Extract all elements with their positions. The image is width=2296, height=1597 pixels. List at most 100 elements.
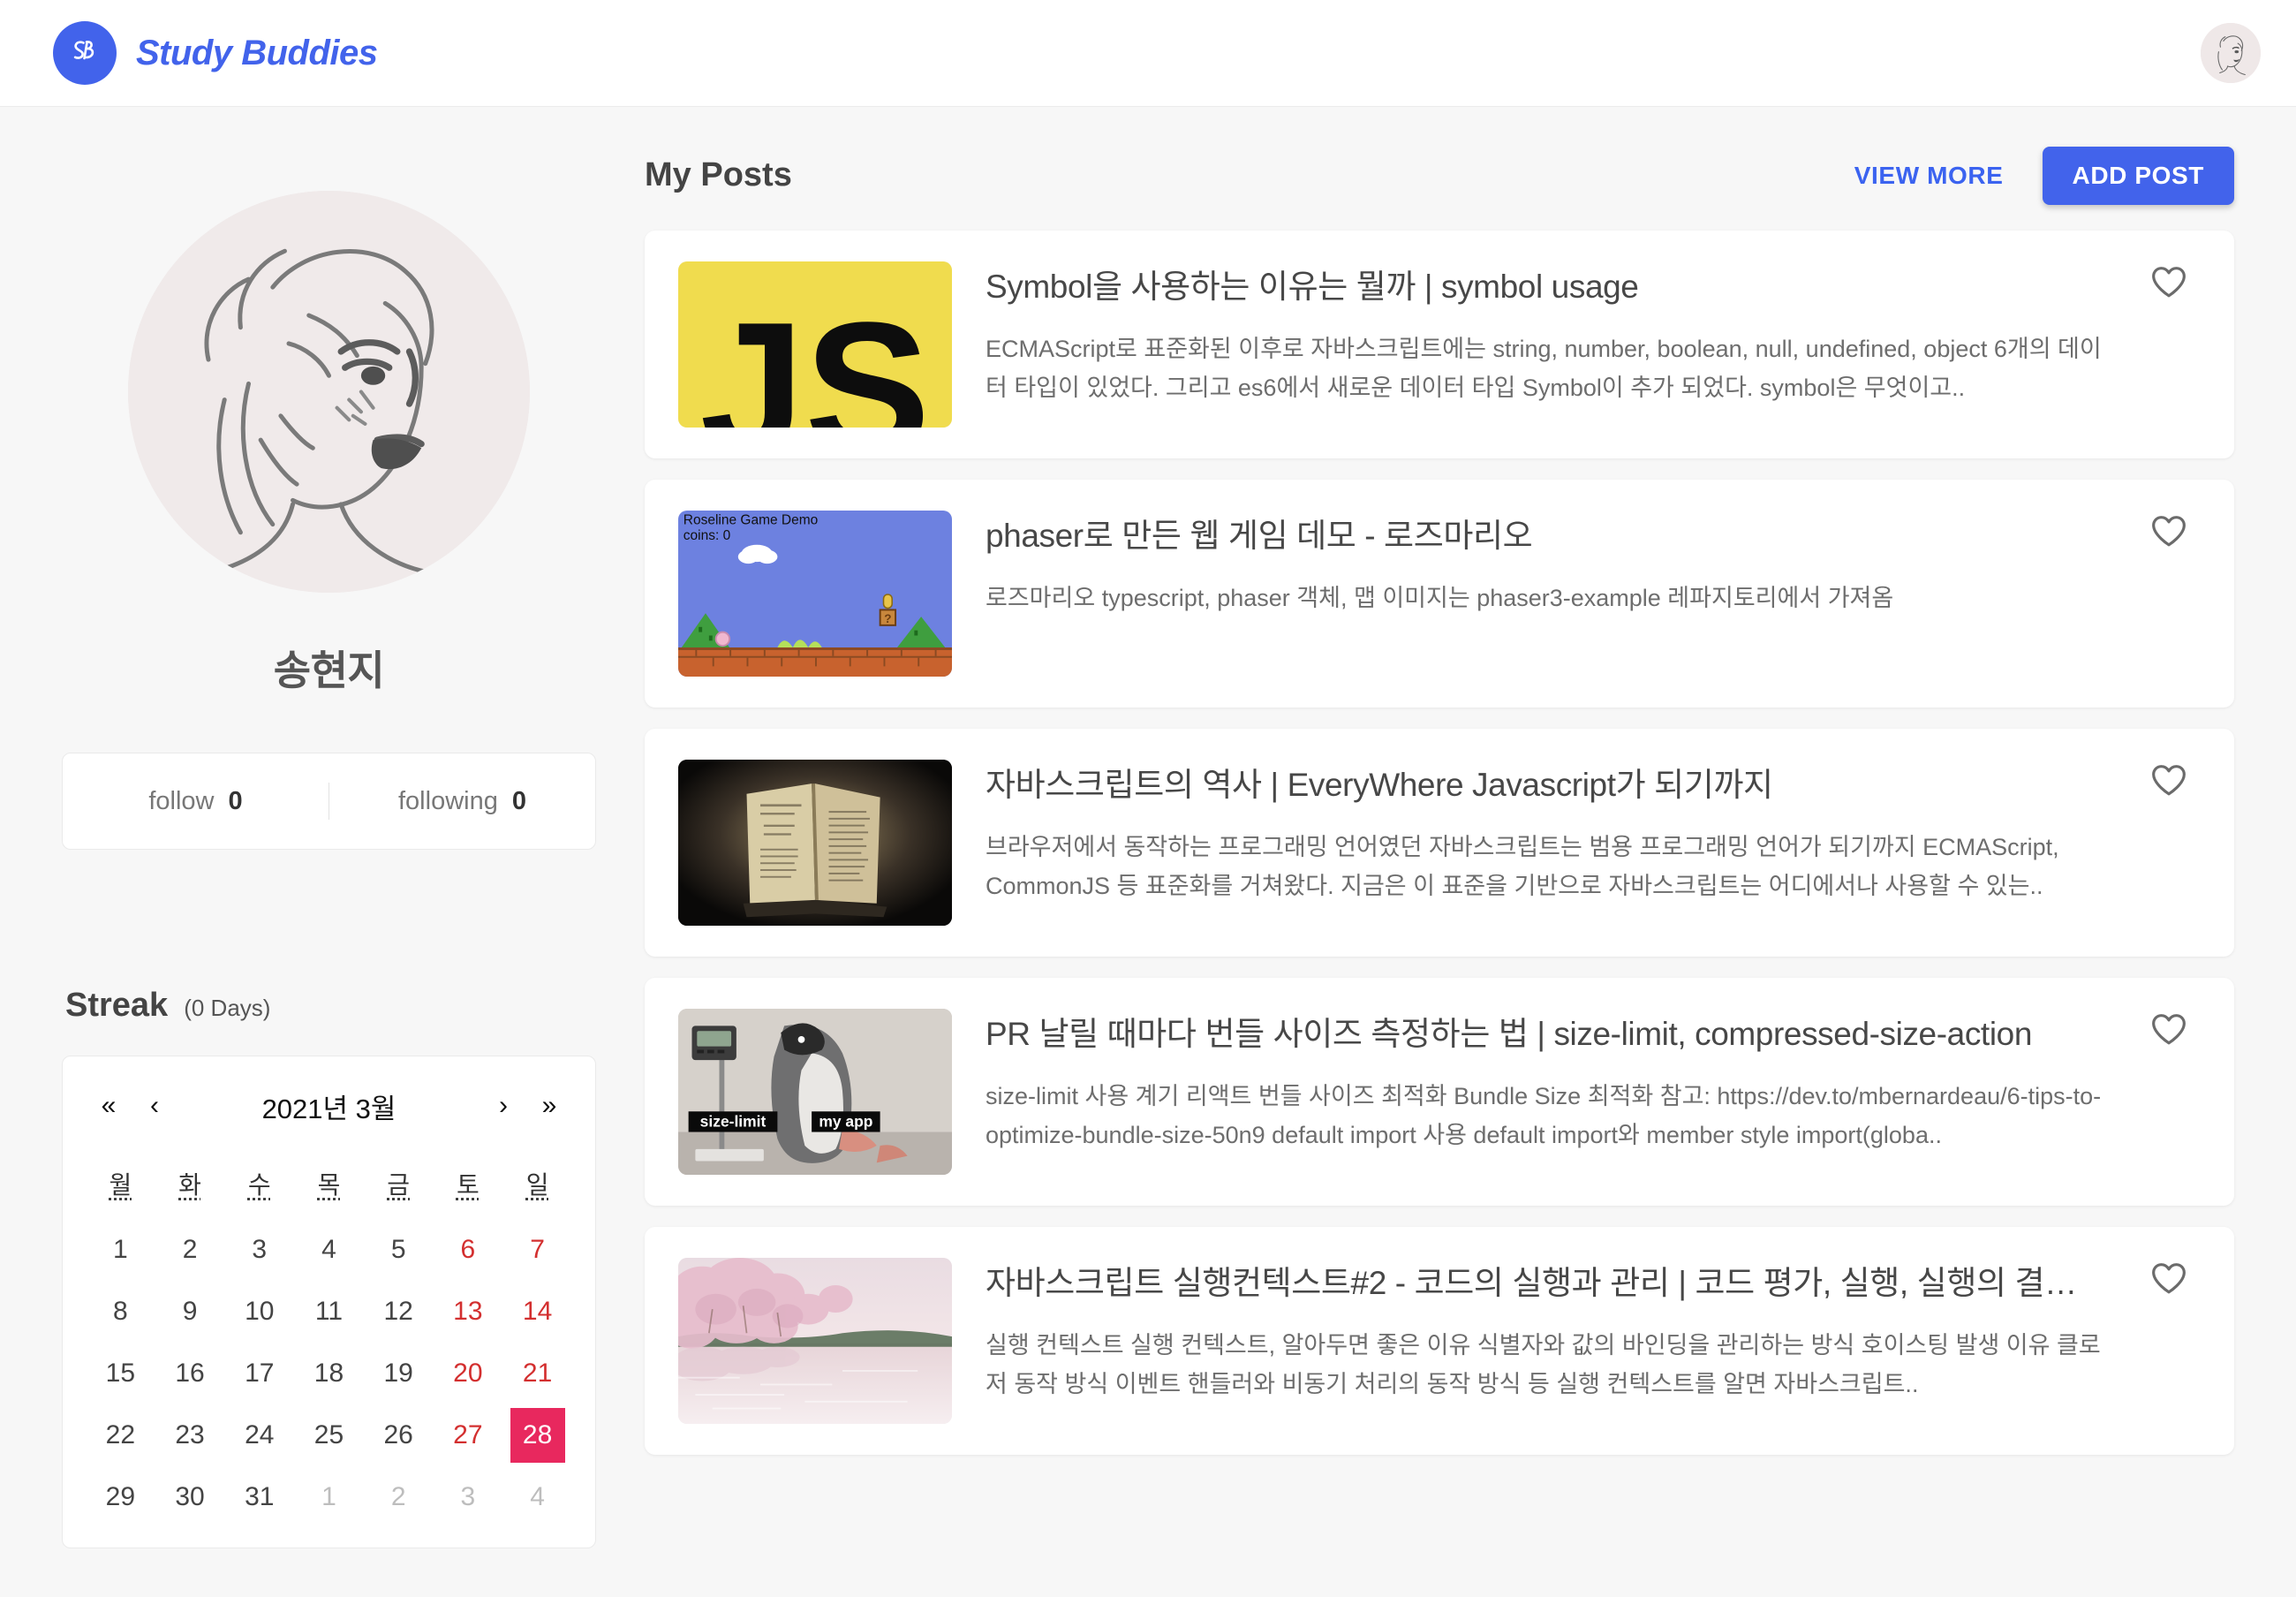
post-description: 브라우저에서 동작하는 프로그래밍 언어였던 자바스크립트는 범용 프로그래밍 …	[986, 834, 2059, 899]
post-card[interactable]: ? Roseline Game Demo coins: 0 phaser로 만든 웹 …	[645, 480, 2234, 708]
add-post-button[interactable]: ADD POST	[2042, 146, 2234, 205]
post-description: ECMAScript로 표준화된 이후로 자바스크립트에는 string, nu…	[986, 336, 2102, 401]
calendar-day-cell[interactable]: 4	[294, 1219, 364, 1281]
following-label: following	[398, 786, 498, 815]
calendar-day-number: 6	[460, 1235, 476, 1264]
like-heart-icon[interactable]	[2141, 1258, 2197, 1314]
calendar-weekday-label: 일	[525, 1171, 549, 1199]
user-avatar-button[interactable]	[2201, 23, 2261, 83]
post-title[interactable]: Symbol을 사용하는 이유는 뭘까 | symbol usage	[986, 267, 2114, 307]
post-description: 로즈마리오 typescript, phaser 객체, 맵 이미지는 phas…	[986, 585, 1894, 612]
calendar-day-cell[interactable]: 8	[86, 1281, 155, 1343]
calendar-day-number: 3	[460, 1482, 476, 1511]
calendar-day-cell[interactable]: 11	[294, 1281, 364, 1343]
svg-text:size-limit: size-limit	[700, 1113, 767, 1131]
calendar-day-number: 1	[113, 1235, 128, 1264]
post-card[interactable]: size-limit my app PR 날릴 때마다 번들 사이즈 측정하는 법 …	[645, 978, 2234, 1206]
calendar-weekday-5: 토	[434, 1150, 503, 1219]
calendar-day-number: 21	[522, 1359, 553, 1388]
post-title[interactable]: phaser로 만든 웹 게임 데모 - 로즈마리오	[986, 516, 2114, 556]
calendar-day-cell[interactable]: 3	[434, 1466, 503, 1528]
post-card[interactable]: 자바스크립트의 역사 | EveryWhere Javascript가 되기까지…	[645, 729, 2234, 957]
calendar-day-cell[interactable]: 3	[224, 1219, 294, 1281]
calendar-day-cell[interactable]: 13	[434, 1281, 503, 1343]
like-heart-icon[interactable]	[2141, 760, 2197, 816]
main-content: My Posts VIEW MORE ADD POST JS Symbol을 사용…	[645, 107, 2296, 1455]
calendar-day-cell[interactable]: 9	[155, 1281, 225, 1343]
post-title[interactable]: PR 날릴 때마다 번들 사이즈 측정하는 법 | size-limit, co…	[986, 1014, 2114, 1055]
calendar-day-cell[interactable]: 6	[434, 1219, 503, 1281]
calendar-last-year-button[interactable]: »	[526, 1093, 572, 1119]
following-count[interactable]: following 0	[329, 787, 595, 816]
calendar-day-cell[interactable]: 29	[86, 1466, 155, 1528]
like-heart-icon[interactable]	[2141, 261, 2197, 318]
follow-stats-card: follow 0 following 0	[62, 753, 596, 850]
calendar-day-number: 24	[245, 1420, 275, 1449]
calendar-day-number: 5	[390, 1235, 406, 1264]
calendar-day-cell[interactable]: 1	[294, 1466, 364, 1528]
calendar-week-row: 29 30 31 1 2 3 4	[86, 1466, 572, 1528]
calendar-day-cell[interactable]: 27	[434, 1404, 503, 1466]
calendar-day-cell[interactable]: 19	[364, 1343, 434, 1404]
calendar-month-label[interactable]: 2021년 3월	[177, 1086, 480, 1126]
like-heart-icon[interactable]	[2141, 511, 2197, 567]
calendar-week-row: 22 23 24 25 26 27 28	[86, 1404, 572, 1466]
calendar-day-cell[interactable]: 26	[364, 1404, 434, 1466]
post-card[interactable]: 자바스크립트 실행컨텍스트#2 - 코드의 실행과 관리 | 코드 평가, 실행…	[645, 1227, 2234, 1455]
calendar-day-cell[interactable]: 5	[364, 1219, 434, 1281]
post-card[interactable]: JS Symbol을 사용하는 이유는 뭘까 | symbol usage ECMA…	[645, 231, 2234, 458]
calendar-day-cell[interactable]: 10	[224, 1281, 294, 1343]
calendar-weekday-6: 일	[502, 1150, 572, 1219]
calendar-day-cell[interactable]: 28	[502, 1404, 572, 1466]
calendar-day-cell[interactable]: 4	[502, 1466, 572, 1528]
calendar-day-cell[interactable]: 15	[86, 1343, 155, 1404]
calendar-day-cell[interactable]: 16	[155, 1343, 225, 1404]
calendar-weekday-3: 목	[294, 1150, 364, 1219]
study-buddies-logo-icon	[53, 21, 117, 85]
calendar-day-cell[interactable]: 21	[502, 1343, 572, 1404]
calendar-grid: 월화수목금토일 1 2 3 4 5 6 7 8 9 10 11 12 13 14 15 16 17 18 19 20 2…	[86, 1150, 572, 1528]
post-thumbnail-penguin-scale: size-limit my app	[678, 1009, 952, 1175]
svg-text:?: ?	[884, 612, 891, 625]
calendar-weekday-1: 화	[155, 1150, 225, 1219]
follow-count[interactable]: follow 0	[63, 787, 329, 816]
calendar-day-cell[interactable]: 12	[364, 1281, 434, 1343]
calendar-weekday-row: 월화수목금토일	[86, 1150, 572, 1219]
calendar-week-row: 1 2 3 4 5 6 7	[86, 1219, 572, 1281]
view-more-link[interactable]: VIEW MORE	[1854, 162, 2004, 190]
calendar-day-number: 1	[321, 1482, 336, 1511]
calendar-navigation: « ‹ 2021년 3월 › »	[86, 1081, 572, 1131]
calendar-day-cell[interactable]: 14	[502, 1281, 572, 1343]
calendar-first-year-button[interactable]: «	[86, 1093, 132, 1119]
calendar-day-cell[interactable]: 18	[294, 1343, 364, 1404]
profile-name: 송현지	[273, 647, 385, 693]
calendar-day-number: 2	[390, 1482, 406, 1511]
streak-header: Streak (0 Days)	[62, 987, 596, 1025]
post-description: size-limit 사용 계기 리액트 번들 사이즈 최적화 Bundle S…	[986, 1083, 2102, 1148]
calendar-day-cell[interactable]: 20	[434, 1343, 503, 1404]
calendar-day-number: 12	[383, 1297, 413, 1326]
page-title: My Posts	[645, 156, 792, 193]
calendar-day-number: 29	[105, 1482, 136, 1511]
calendar-day-number: 20	[453, 1359, 483, 1388]
calendar-day-cell[interactable]: 2	[364, 1466, 434, 1528]
calendar-day-cell[interactable]: 1	[86, 1219, 155, 1281]
calendar-day-cell[interactable]: 7	[502, 1219, 572, 1281]
calendar-next-month-button[interactable]: ›	[480, 1093, 526, 1119]
calendar-day-cell[interactable]: 22	[86, 1404, 155, 1466]
calendar-day-cell[interactable]: 23	[155, 1404, 225, 1466]
brand-home-link[interactable]: Study Buddies	[53, 21, 378, 85]
post-title[interactable]: 자바스크립트 실행컨텍스트#2 - 코드의 실행과 관리 | 코드 평가, 실행…	[986, 1263, 2114, 1304]
profile-sidebar: 송현지 follow 0 following 0 Streak (0 Days)…	[0, 107, 645, 1548]
calendar-day-cell[interactable]: 2	[155, 1219, 225, 1281]
brand-name-text: Study Buddies	[136, 33, 378, 72]
calendar-day-cell[interactable]: 24	[224, 1404, 294, 1466]
calendar-prev-month-button[interactable]: ‹	[132, 1093, 177, 1119]
calendar-day-cell[interactable]: 30	[155, 1466, 225, 1528]
calendar-day-cell[interactable]: 17	[224, 1343, 294, 1404]
calendar-day-cell[interactable]: 31	[224, 1466, 294, 1528]
like-heart-icon[interactable]	[2141, 1009, 2197, 1065]
calendar-weekday-label: 목	[317, 1171, 341, 1199]
calendar-day-cell[interactable]: 25	[294, 1404, 364, 1466]
post-title[interactable]: 자바스크립트의 역사 | EveryWhere Javascript가 되기까지	[986, 765, 2114, 806]
